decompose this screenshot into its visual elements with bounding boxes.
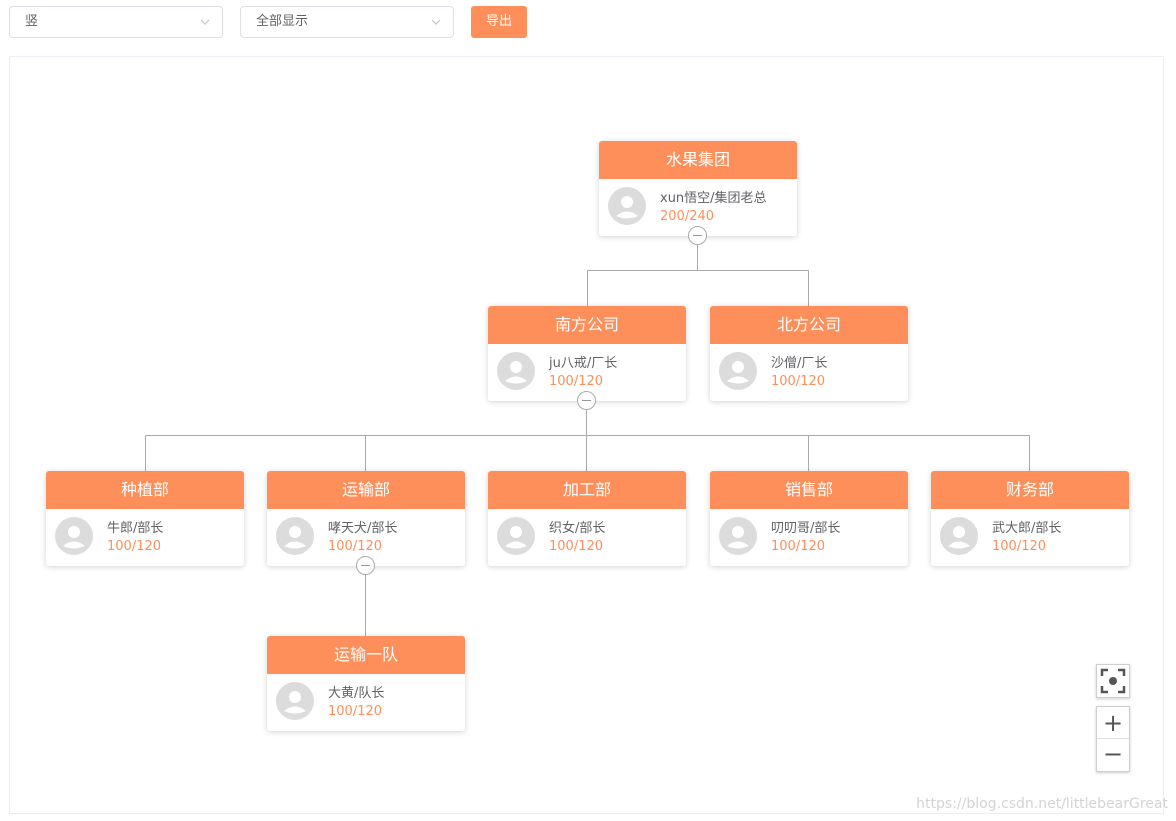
node-person: 沙僧/厂长: [771, 356, 828, 371]
org-node-transport[interactable]: 运输部 哮天犬/部长 100/120: [267, 471, 465, 566]
collapse-icon[interactable]: [688, 226, 707, 245]
node-person: 叨叨哥/部长: [771, 521, 841, 536]
avatar-icon: [497, 517, 535, 555]
node-title: 运输一队: [267, 636, 465, 674]
node-title: 财务部: [931, 471, 1129, 509]
avatar-icon: [276, 682, 314, 720]
node-ratio: 100/120: [771, 374, 826, 389]
zoom-in-button[interactable]: +: [1097, 707, 1129, 739]
node-person: 牛郎/部长: [107, 521, 164, 536]
node-person: 哮天犬/部长: [328, 521, 398, 536]
fit-screen-icon: [1100, 668, 1126, 694]
node-ratio: 100/120: [107, 539, 162, 554]
org-node-finance[interactable]: 财务部 武大郎/部长 100/120: [931, 471, 1129, 566]
node-title: 加工部: [488, 471, 686, 509]
node-person: ju八戒/厂长: [549, 356, 618, 371]
zoom-out-button[interactable]: −: [1097, 739, 1129, 771]
watermark: https://blog.csdn.net/littlebearGreat: [916, 796, 1168, 812]
node-person: 武大郎/部长: [992, 521, 1062, 536]
node-person: xun悟空/集团老总: [660, 191, 767, 206]
collapse-icon[interactable]: [356, 556, 375, 575]
node-ratio: 100/120: [328, 704, 383, 719]
node-title: 种植部: [46, 471, 244, 509]
node-ratio: 100/120: [992, 539, 1047, 554]
connector-lines: [145, 244, 1030, 636]
node-person: 织女/部长: [549, 521, 606, 536]
org-node-north[interactable]: 北方公司 沙僧/厂长 100/120: [710, 306, 908, 401]
org-node-south[interactable]: 南方公司 ju八戒/厂长 100/120: [488, 306, 686, 401]
node-title: 销售部: [710, 471, 908, 509]
node-title: 北方公司: [710, 306, 908, 344]
node-ratio: 100/120: [549, 539, 604, 554]
org-node-root[interactable]: 水果集团 xun悟空/集团老总 200/240: [599, 141, 797, 236]
avatar-icon: [719, 352, 757, 390]
avatar-icon: [497, 352, 535, 390]
node-ratio: 200/240: [660, 209, 715, 224]
zoom-controls: + −: [1096, 706, 1130, 772]
avatar-icon: [940, 517, 978, 555]
fit-screen-button[interactable]: [1096, 664, 1130, 698]
avatar-icon: [276, 517, 314, 555]
node-ratio: 100/120: [771, 539, 826, 554]
collapse-icon[interactable]: [577, 391, 596, 410]
node-ratio: 100/120: [328, 539, 383, 554]
avatar-icon: [719, 517, 757, 555]
node-person: 大黄/队长: [328, 686, 385, 701]
org-node-process[interactable]: 加工部 织女/部长 100/120: [488, 471, 686, 566]
node-title: 南方公司: [488, 306, 686, 344]
org-node-plant[interactable]: 种植部 牛郎/部长 100/120: [46, 471, 244, 566]
avatar-icon: [608, 187, 646, 225]
node-title: 水果集团: [599, 141, 797, 179]
avatar-icon: [55, 517, 93, 555]
org-node-team1[interactable]: 运输一队 大黄/队长 100/120: [267, 636, 465, 731]
node-ratio: 100/120: [549, 374, 604, 389]
node-title: 运输部: [267, 471, 465, 509]
org-node-sales[interactable]: 销售部 叨叨哥/部长 100/120: [710, 471, 908, 566]
